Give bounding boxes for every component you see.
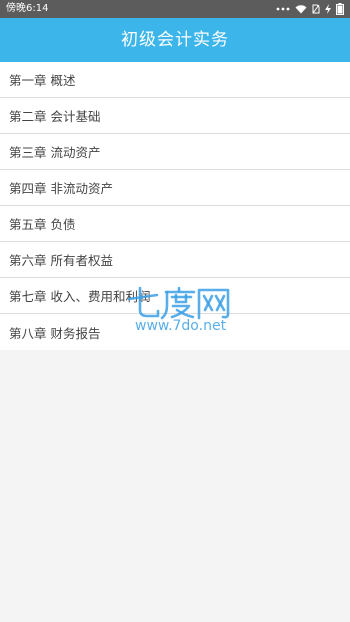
status-bar: 傍晚6:14 xyxy=(0,0,350,18)
chapter-list: 第一章 概述 第二章 会计基础 第三章 流动资产 第四章 非流动资产 第五章 负… xyxy=(0,62,350,350)
chapter-item[interactable]: 第一章 概述 xyxy=(0,62,350,98)
status-icons xyxy=(276,0,344,18)
chapter-item[interactable]: 第二章 会计基础 xyxy=(0,98,350,134)
no-sim-icon xyxy=(312,0,320,18)
status-time: 傍晚6:14 xyxy=(6,3,49,14)
chapter-item[interactable]: 第七章 收入、费用和利润 xyxy=(0,278,350,314)
title-bar: 初级会计实务 xyxy=(0,18,350,62)
chapter-item[interactable]: 第八章 财务报告 xyxy=(0,314,350,350)
chapter-item[interactable]: 第四章 非流动资产 xyxy=(0,170,350,206)
page-title: 初级会计实务 xyxy=(121,30,229,50)
battery-icon xyxy=(336,0,344,18)
signal-dots-icon xyxy=(276,0,290,18)
charging-icon xyxy=(325,0,331,18)
chapter-item[interactable]: 第六章 所有者权益 xyxy=(0,242,350,278)
app-screen: 傍晚6:14 初级会计实务 第一章 概述 第二章 会计基础 第三章 流动资产 第… xyxy=(0,0,350,622)
wifi-icon xyxy=(295,0,307,18)
chapter-item[interactable]: 第三章 流动资产 xyxy=(0,134,350,170)
chapter-item[interactable]: 第五章 负债 xyxy=(0,206,350,242)
